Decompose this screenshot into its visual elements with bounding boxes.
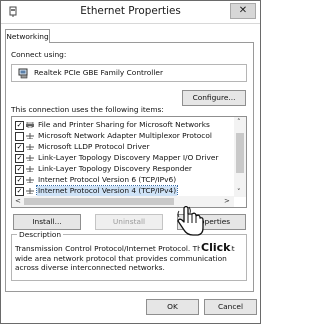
install-button[interactable]: Install...	[13, 214, 81, 230]
scroll-right-icon[interactable]: >	[224, 197, 230, 205]
ok-button[interactable]: OK	[146, 299, 199, 315]
checkbox[interactable]: ✓	[15, 176, 24, 185]
list-item-label: File and Printer Sharing for Microsoft N…	[38, 120, 210, 129]
scroll-up-icon[interactable]: ˄	[237, 118, 241, 126]
protocol-icon	[26, 155, 34, 161]
list-item[interactable]: ✓ Microsoft LLDP Protocol Driver	[15, 142, 230, 152]
list-item-selected[interactable]: ✓ Internet Protocol Version 4 (TCP/IPv4)	[15, 185, 230, 197]
list-item-label: Internet Protocol Version 4 (TCP/IPv4)	[35, 185, 179, 197]
scroll-left-icon[interactable]: <	[15, 197, 21, 205]
uninstall-button[interactable]: Uninstall	[95, 214, 163, 230]
ethernet-properties-dialog: Ethernet Properties ✕ Networking Connect…	[0, 0, 261, 324]
protocol-icon	[26, 133, 34, 139]
description-legend: Description	[17, 230, 64, 239]
checkbox[interactable]: ✓	[15, 187, 24, 196]
list-item-label: Microsoft Network Adapter Multiplexor Pr…	[38, 131, 212, 140]
protocol-icon	[26, 188, 34, 194]
printer-share-icon	[26, 122, 34, 128]
list-item-label: Microsoft LLDP Protocol Driver	[38, 142, 150, 151]
checkbox[interactable]: ✓	[15, 143, 24, 152]
vertical-scroll-thumb[interactable]	[236, 133, 244, 173]
list-item-label: Link-Layer Topology Discovery Mapper I/O…	[38, 153, 219, 162]
adapter-name: Realtek PCIe GBE Family Controller	[34, 68, 163, 77]
horizontal-scroll-thumb[interactable]	[24, 198, 174, 205]
list-item-label: Link-Layer Topology Discovery Responder	[38, 164, 192, 173]
checkbox[interactable]: ✓	[15, 165, 24, 174]
items-header-label: This connection uses the following items…	[11, 105, 164, 114]
list-item[interactable]: ✓ Link-Layer Topology Discovery Responde…	[15, 164, 230, 174]
click-annotation: Click	[200, 241, 232, 254]
list-item[interactable]: ✓ Internet Protocol Version 6 (TCP/IPv6)	[15, 175, 230, 185]
network-card-icon	[18, 68, 28, 79]
cancel-button[interactable]: Cancel	[204, 299, 257, 315]
list-item[interactable]: ✓ Link-Layer Topology Discovery Mapper I…	[15, 153, 230, 163]
tab-networking[interactable]: Networking	[5, 29, 50, 43]
scroll-down-icon[interactable]: ˅	[237, 188, 241, 196]
list-item[interactable]: Microsoft Network Adapter Multiplexor Pr…	[15, 131, 230, 141]
protocol-icon	[26, 166, 34, 172]
hand-cursor-icon	[177, 206, 204, 236]
connect-using-label: Connect using:	[11, 50, 67, 59]
adapter-field: Realtek PCIe GBE Family Controller	[11, 64, 247, 82]
window-title: Ethernet Properties	[80, 5, 181, 17]
close-button[interactable]: ✕	[230, 3, 256, 19]
components-list[interactable]: ✓ File and Printer Sharing for Microsoft…	[11, 116, 247, 208]
title-bar: Ethernet Properties ✕	[1, 1, 260, 24]
configure-button[interactable]: Configure...	[182, 90, 246, 106]
checkbox[interactable]: ✓	[15, 154, 24, 163]
checkbox[interactable]: ✓	[15, 121, 24, 130]
checkbox[interactable]	[15, 132, 24, 141]
vertical-scrollbar[interactable]: ˄ ˅	[234, 117, 246, 197]
protocol-icon	[26, 144, 34, 150]
list-item[interactable]: ✓ File and Printer Sharing for Microsoft…	[15, 120, 230, 130]
list-item-label: Internet Protocol Version 6 (TCP/IPv6)	[38, 175, 177, 184]
protocol-icon	[26, 177, 34, 183]
